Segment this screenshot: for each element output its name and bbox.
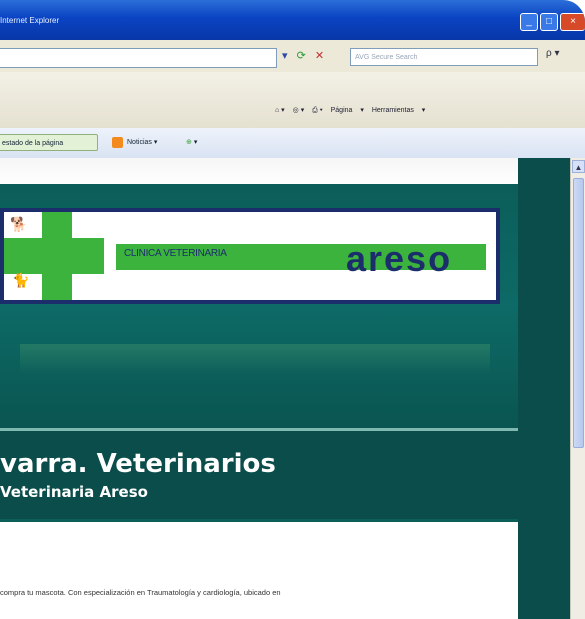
dropdown-icon[interactable]: ▾ [282, 49, 288, 62]
scroll-up-arrow-icon[interactable]: ▲ [572, 160, 585, 173]
address-bar: ▾ ⟳ ✕ AVG Secure Search ρ ▾ [0, 40, 585, 73]
cross-horizontal [4, 238, 104, 274]
cat-icon: 🐈 [12, 272, 30, 288]
search-icon: ρ [546, 48, 552, 59]
logo-reflection [20, 344, 490, 374]
minimize-button[interactable]: _ [520, 13, 538, 31]
browser-window: Internet Explorer _ □ × ▾ ⟳ ✕ AVG Secure… [0, 0, 585, 619]
news-feed-button[interactable]: Noticias ▾ [112, 134, 157, 151]
home-icon[interactable]: ⌂ ▾ [275, 107, 285, 114]
page-subheading: Veterinaria Areso [0, 483, 148, 501]
maximize-button[interactable]: □ [540, 13, 558, 31]
command-items: ⌂ ▾ ◎ ▾ ⎙ ▾ Página ▾ Herramientas ▾ [275, 106, 431, 115]
url-input[interactable] [0, 48, 277, 68]
web-slice-button[interactable]: ⊕ ▾ [186, 134, 197, 151]
refresh-icon[interactable]: ⟳ [297, 49, 306, 62]
logo-small-text: CLINICA VETERINARIA [124, 248, 227, 259]
dog-icon: 🐕 [10, 216, 28, 232]
side-panel [518, 158, 570, 619]
command-bar: ⌂ ▾ ◎ ▾ ⎙ ▾ Página ▾ Herramientas ▾ [0, 72, 585, 129]
logo-text-bar: CLINICA VETERINARIA areso [116, 238, 486, 279]
maximize-icon: □ [545, 16, 553, 27]
search-button[interactable]: ρ ▾ [546, 48, 582, 66]
title-band: varra. Veterinarios Veterinaria Areso [0, 428, 518, 522]
window-title: Internet Explorer [0, 16, 60, 25]
rss-icon [112, 136, 123, 148]
tools-menu[interactable]: Herramientas ▾ [372, 107, 425, 114]
search-input[interactable]: AVG Secure Search [350, 48, 538, 66]
page-heading: varra. Veterinarios [0, 449, 276, 479]
stop-icon[interactable]: ✕ [315, 49, 324, 62]
web-page: 🐕 🐈 CLINICA VETERINARIA areso varra. Vet… [0, 158, 585, 619]
print-icon[interactable]: ⎙ ▾ [312, 107, 323, 114]
scroll-thumb[interactable] [573, 178, 584, 448]
feeds-icon[interactable]: ◎ ▾ [293, 107, 305, 114]
close-button[interactable]: × [560, 13, 585, 31]
page-content: 🐕 🐈 CLINICA VETERINARIA areso varra. Vet… [0, 158, 570, 619]
favorites-bar: estado de la página Noticias ▾ ⊕ ▾ [0, 128, 585, 159]
title-bar: Internet Explorer _ □ × [0, 0, 585, 40]
minimize-icon: _ [526, 16, 532, 27]
close-icon: × [570, 16, 576, 27]
clinic-logo[interactable]: 🐕 🐈 CLINICA VETERINARIA areso [0, 208, 500, 304]
logo-brand-text: areso [346, 238, 453, 279]
address-icons: ▾ ⟳ ✕ [282, 49, 330, 62]
page-menu[interactable]: Página ▾ [331, 107, 364, 114]
header-banner: 🐕 🐈 CLINICA VETERINARIA areso [0, 158, 518, 428]
vertical-scrollbar[interactable]: ▲ [570, 158, 585, 619]
intro-paragraph: compra tu mascota. Con especialización e… [0, 588, 281, 597]
top-strip [0, 158, 518, 184]
page-status-button[interactable]: estado de la página [0, 134, 98, 151]
web-slice-icon: ⊕ [186, 139, 192, 146]
